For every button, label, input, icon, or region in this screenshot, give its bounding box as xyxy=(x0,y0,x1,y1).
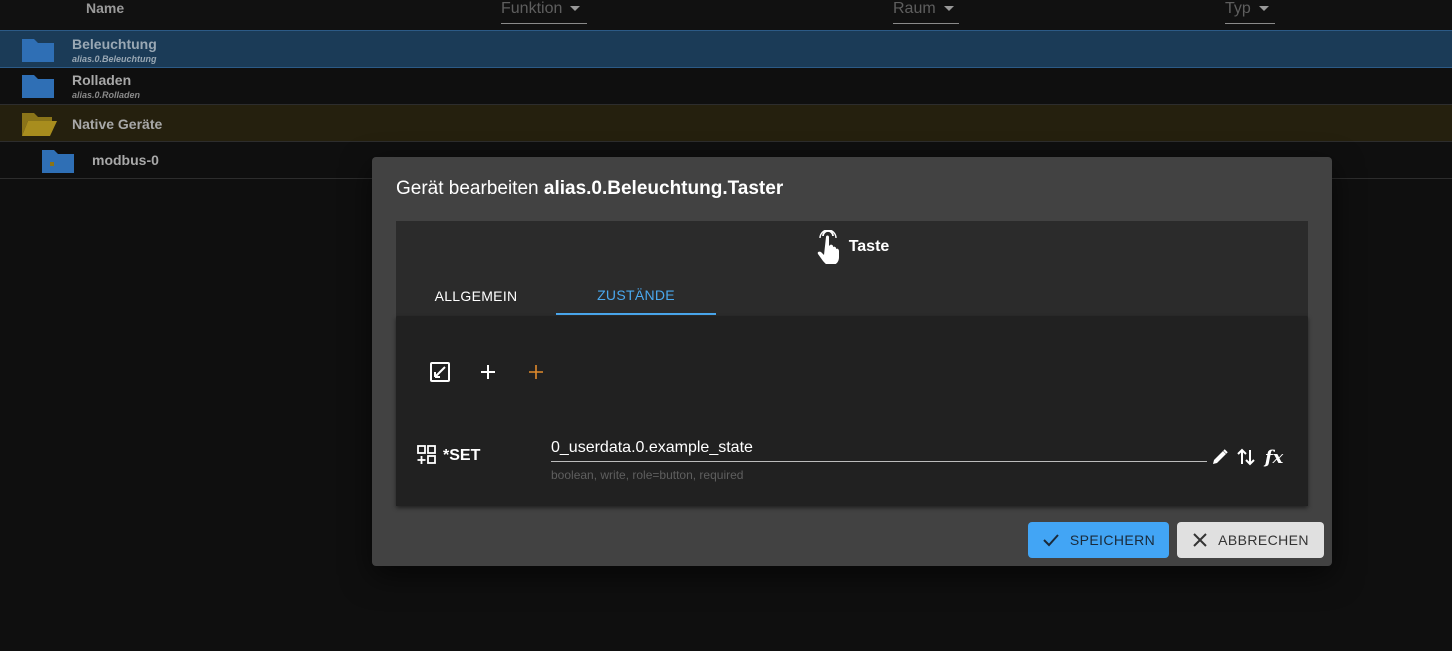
add-optional-state-button[interactable] xyxy=(524,360,548,384)
save-button-label: SPEICHERN xyxy=(1069,532,1156,548)
swap-vert-icon xyxy=(1237,448,1255,466)
state-icon xyxy=(417,445,436,464)
edit-icon xyxy=(1213,449,1228,464)
tabs: ALLGEMEIN ZUSTÄNDE xyxy=(396,277,1308,315)
expand-button[interactable] xyxy=(428,360,452,384)
edit-device-dialog: Gerät bearbeiten alias.0.Beleuchtung.Tas… xyxy=(372,157,1332,566)
add-orange-icon xyxy=(529,365,543,379)
cancel-button[interactable]: ABBRECHEN xyxy=(1177,522,1324,558)
check-icon xyxy=(1043,534,1059,547)
add-icon xyxy=(481,365,495,379)
state-name: *SET xyxy=(443,447,481,464)
device-type-label: Taste xyxy=(848,238,890,255)
device-panel: Taste ALLGEMEIN ZUSTÄNDE *SET 0_userdata… xyxy=(396,221,1308,506)
device-type: Taste xyxy=(396,229,1308,265)
function-icon: fx xyxy=(1264,446,1284,468)
add-state-button[interactable] xyxy=(476,360,500,384)
dialog-title-id: alias.0.Beleuchtung.Taster xyxy=(543,178,784,199)
save-button[interactable]: SPEICHERN xyxy=(1028,522,1169,558)
cancel-button-label: ABBRECHEN xyxy=(1218,532,1309,548)
formula-button[interactable]: fx xyxy=(1263,446,1285,468)
close-icon xyxy=(1193,533,1207,547)
state-id-input[interactable] xyxy=(551,434,1207,462)
expand-icon xyxy=(430,362,450,382)
edit-state-button[interactable] xyxy=(1209,446,1231,468)
tab-general[interactable]: ALLGEMEIN xyxy=(396,277,556,315)
dialog-title-prefix: Gerät bearbeiten xyxy=(396,178,539,199)
state-helper-text: boolean, write, role=button, required xyxy=(551,468,744,482)
dialog-title: Gerät bearbeiten alias.0.Beleuchtung.Tas… xyxy=(396,178,783,200)
touch-icon xyxy=(817,230,839,264)
states-panel: *SET boolean, write, role=button, requir… xyxy=(396,316,1308,506)
tab-states[interactable]: ZUSTÄNDE xyxy=(556,277,716,315)
swap-direction-button[interactable] xyxy=(1235,446,1257,468)
